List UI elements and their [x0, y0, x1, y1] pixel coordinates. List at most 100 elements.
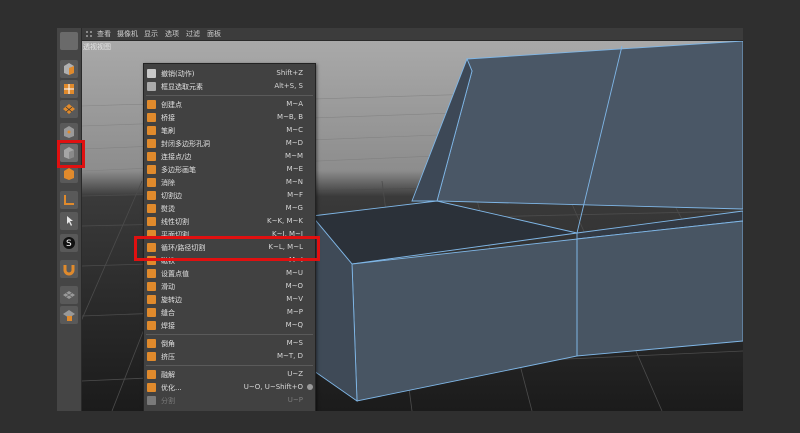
melt-icon — [147, 370, 156, 379]
texture-mode-icon[interactable] — [60, 80, 78, 98]
model-mode-icon[interactable] — [60, 60, 78, 78]
magnet-tool-icon[interactable] — [60, 260, 78, 278]
menu-item-label: 框显选取元素 — [161, 83, 203, 91]
iron-icon — [147, 204, 156, 213]
menu-item-shortcut: M~G — [285, 204, 303, 212]
menu-item-shortcut: M~V — [286, 295, 303, 303]
menu-item-shortcut: M~S — [286, 339, 303, 347]
menu-item-stitch[interactable]: 缝合 M~P — [144, 306, 315, 319]
menu-item-edge-cut[interactable]: 切割边 M~F — [144, 189, 315, 202]
edge-cut-icon — [147, 191, 156, 200]
menu-item-label: 旋转边 — [161, 296, 182, 304]
menu-item-shortcut: M~D — [285, 139, 303, 147]
menu-item-shortcut: U~Z — [287, 370, 303, 378]
menu-item-close-hole[interactable]: 封闭多边形孔洞 M~D — [144, 137, 315, 150]
extrude-icon — [147, 352, 156, 361]
menu-item-slide[interactable]: 滑动 M~O — [144, 280, 315, 293]
bevel-icon — [147, 339, 156, 348]
menu-item-create-point[interactable]: 创建点 M~A — [144, 98, 315, 111]
menu-item-shortcut: M~C — [286, 126, 303, 134]
optimize-icon — [147, 383, 156, 392]
weld-icon — [147, 321, 156, 330]
menu-item-shortcut: M~N — [285, 178, 303, 186]
menu-item-shortcut: M~T, D — [276, 352, 303, 360]
menu-camera[interactable]: 摄像机 — [117, 29, 138, 39]
spin-edge-icon — [147, 295, 156, 304]
slide-icon — [147, 282, 156, 291]
menu-item-set-point[interactable]: 设置点值 M~U — [144, 267, 315, 280]
menu-item-label: 创建点 — [161, 101, 182, 109]
menu-item-label: 优化... — [161, 384, 182, 392]
menu-display[interactable]: 显示 — [144, 29, 158, 39]
menu-item-spin-edge[interactable]: 旋转边 M~V — [144, 293, 315, 306]
brush-icon — [147, 126, 156, 135]
workplane-icon[interactable] — [60, 286, 78, 304]
viewport-title: 透视视图 — [83, 43, 111, 51]
menu-item-label: 设置点值 — [161, 270, 189, 278]
menu-panel[interactable]: 面板 — [207, 29, 221, 39]
snap-icon[interactable]: S — [60, 234, 78, 252]
menu-item-label: 焊接 — [161, 322, 175, 330]
tweak-mode-icon[interactable] — [60, 212, 78, 230]
menu-item-split: 分割 U~P — [144, 394, 315, 407]
settings-gear-icon[interactable] — [307, 384, 313, 390]
menu-item-melt[interactable]: 融解 U~Z — [144, 368, 315, 381]
lock-workplane-icon[interactable] — [60, 306, 78, 324]
menu-item-shortcut: U~O, U~Shift+O — [243, 383, 303, 391]
menu-item-shortcut: M~E — [286, 165, 303, 173]
menu-item-label: 封闭多边形孔洞 — [161, 140, 210, 148]
menu-item-label: 切割边 — [161, 192, 182, 200]
menu-item-line-cut[interactable]: 线性切割 K~K, M~K — [144, 215, 315, 228]
menu-separator — [146, 334, 313, 335]
point-mode-icon[interactable] — [60, 123, 78, 141]
undo-icon — [147, 69, 156, 78]
menu-item-label: 连接点/边 — [161, 153, 192, 161]
grip-icon[interactable] — [86, 31, 92, 37]
menu-item-shortcut: Shift+Z — [276, 69, 303, 77]
set-point-icon — [147, 269, 156, 278]
menu-item-polygon-pen[interactable]: 多边形画笔 M~E — [144, 163, 315, 176]
close-hole-icon — [147, 139, 156, 148]
svg-text:S: S — [66, 239, 72, 249]
bridge-icon — [147, 113, 156, 122]
menu-item-optimize[interactable]: 优化... U~O, U~Shift+O — [144, 381, 315, 394]
menu-item-label: 倒角 — [161, 340, 175, 348]
axis-mode-icon[interactable] — [60, 191, 78, 209]
menu-item-label: 挤压 — [161, 353, 175, 361]
menu-item-frame[interactable]: 框显选取元素 Alt+S, S — [144, 80, 315, 93]
menu-item-dissolve[interactable]: 消除 M~N — [144, 176, 315, 189]
menu-item-shortcut: M~P — [286, 308, 303, 316]
menu-item-label: 桥接 — [161, 114, 175, 122]
connect-icon — [147, 152, 156, 161]
create-point-icon — [147, 100, 156, 109]
app-logo-icon[interactable] — [60, 32, 78, 50]
frame-icon — [147, 82, 156, 91]
menu-item-label: 笔刷 — [161, 127, 175, 135]
toolbar-highlight — [57, 140, 85, 168]
polygon-pen-icon — [147, 165, 156, 174]
menu-item-brush[interactable]: 笔刷 M~C — [144, 124, 315, 137]
viewport-menubar: 查看 摄像机 显示 选项 过滤 面板 — [82, 28, 743, 41]
menu-item-shortcut: K~K, M~K — [267, 217, 303, 225]
menu-item-shortcut: M~O — [285, 282, 303, 290]
split-icon — [147, 396, 156, 405]
menu-item-shortcut: M~Q — [285, 321, 303, 329]
stitch-icon — [147, 308, 156, 317]
menu-filter[interactable]: 过滤 — [186, 29, 200, 39]
menu-item-bridge[interactable]: 桥接 M~B, B — [144, 111, 315, 124]
menu-options[interactable]: 选项 — [165, 29, 179, 39]
menu-item-label: 分割 — [161, 397, 175, 405]
menu-item-label: 熨烫 — [161, 205, 175, 213]
menu-item-label: 线性切割 — [161, 218, 189, 226]
cinema4d-window: 透视视图 查看 摄像机 显示 选项 过滤 面板 S 撤销(动作) Shift+Z… — [57, 28, 743, 411]
checker-mode-icon[interactable] — [60, 100, 78, 118]
menu-item-iron[interactable]: 熨烫 M~G — [144, 202, 315, 215]
menu-item-extrude[interactable]: 挤压 M~T, D — [144, 350, 315, 363]
menu-item-undo[interactable]: 撤销(动作) Shift+Z — [144, 67, 315, 80]
menu-item-label: 缝合 — [161, 309, 175, 317]
menu-item-bevel[interactable]: 倒角 M~S — [144, 337, 315, 350]
menu-item-connect[interactable]: 连接点/边 M~M — [144, 150, 315, 163]
menu-item-shortcut: U~P — [287, 396, 303, 404]
menu-view[interactable]: 查看 — [97, 29, 111, 39]
menu-item-weld[interactable]: 焊接 M~Q — [144, 319, 315, 332]
